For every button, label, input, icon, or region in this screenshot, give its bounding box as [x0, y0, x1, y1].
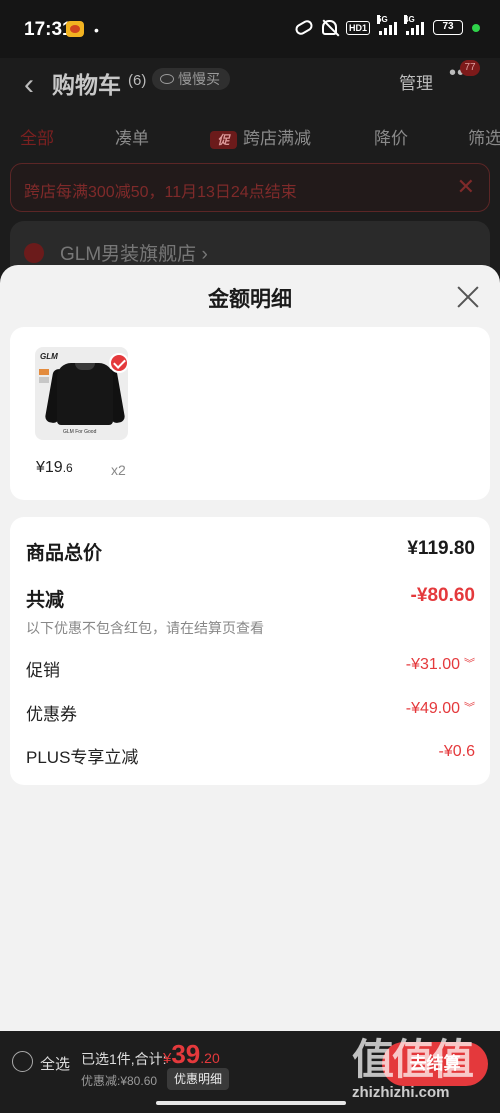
total-price: ¥39.20 — [163, 1039, 220, 1070]
promo-tag-icon: 促 — [210, 131, 237, 149]
promotion-value: -¥31.00 — [405, 656, 460, 673]
privacy-indicator-icon — [472, 23, 480, 32]
checkout-button[interactable]: 去结算 — [382, 1042, 488, 1086]
product-caption: GLM For Good — [63, 429, 97, 435]
promotion-label: 促销 — [26, 661, 60, 680]
product-image[interactable]: GLM GLM For Good — [35, 347, 128, 440]
select-all-label[interactable]: 全选 — [40, 1053, 70, 1074]
coupon-value-wrap: -¥49.00 ︾ — [406, 700, 475, 718]
size-tag-graphic — [39, 369, 49, 375]
status-bar: 17:31 • HD1 5G 4G 73 — [0, 0, 500, 58]
product-price-int: ¥19 — [36, 459, 63, 476]
home-indicator[interactable] — [156, 1101, 346, 1105]
size-tag-graphic — [39, 377, 49, 383]
tab-all[interactable]: 全部 — [20, 124, 54, 149]
hd-icon: HD1 — [345, 20, 370, 35]
product-price: ¥19.6 — [36, 459, 73, 477]
manage-button[interactable]: 管理 — [399, 69, 433, 94]
link-icon — [293, 18, 315, 37]
product-brand-logo: GLM — [40, 352, 58, 361]
battery-icon: 73 — [433, 20, 463, 35]
product-quantity: x2 — [111, 462, 126, 478]
cart-page-background: ‹ 购物车 (6) 慢慢买 管理 ••• 77 全部 凑单 促跨店满减 降价 筛… — [0, 58, 500, 291]
weibo-icon — [66, 21, 84, 37]
discount-summary-text: 优惠减:¥80.60 — [81, 1074, 158, 1088]
chevron-down-icon[interactable]: ︾ — [464, 699, 475, 715]
status-icons: HD1 5G 4G 73 — [293, 14, 480, 37]
total-label: 商品总价 — [26, 543, 103, 564]
coupon-label: 优惠券 — [26, 705, 77, 724]
back-icon[interactable]: ‹ — [24, 68, 34, 102]
selected-count-text: 已选1件,合计: — [81, 1051, 167, 1067]
chevron-down-icon[interactable]: ︾ — [464, 655, 475, 671]
mute-bell-icon — [321, 20, 337, 35]
coupon-value: -¥49.00 — [405, 700, 460, 717]
notification-dot: • — [94, 22, 99, 38]
discount-note: 以下优惠不包含红包，请在结算页查看 — [26, 620, 264, 636]
slow-buy-label: 慢慢买 — [178, 71, 220, 87]
cart-count: (6) — [128, 72, 147, 89]
sheet-title: 金额明细 — [208, 288, 292, 311]
plus-discount-value: -¥0.6 — [438, 743, 475, 760]
discount-total-label: 共减 — [26, 590, 65, 611]
message-badge: 77 — [460, 60, 480, 76]
total-value: ¥119.80 — [407, 538, 475, 559]
product-price-dec: .6 — [62, 461, 73, 475]
store-checkbox[interactable] — [24, 243, 44, 263]
plus-discount-label: PLUS专享立减 — [26, 748, 139, 767]
promo-notice: 跨店每满300减50，11月13日24点结束 ✕ — [10, 163, 490, 212]
price-summary-card: 商品总价 ¥119.80 共减 -¥80.60 以下优惠不包含红包，请在结算页查… — [10, 517, 490, 785]
total-price-int: 39 — [171, 1039, 201, 1069]
page-title: 购物车 — [52, 72, 121, 98]
promo-notice-text: 跨店每满300减50，11月13日24点结束 — [24, 184, 297, 201]
total-price-dec: .20 — [200, 1050, 220, 1066]
store-name[interactable]: GLM男装旗舰店 › — [60, 239, 208, 266]
close-icon[interactable] — [456, 285, 480, 309]
notice-close-icon[interactable]: ✕ — [457, 174, 475, 200]
signal-1-tag: 5G — [377, 14, 388, 24]
selected-check-icon — [109, 353, 128, 373]
tab-cross-store[interactable]: 促跨店满减 — [210, 124, 311, 149]
amount-detail-sheet: 金额明细 GLM GLM For Good ¥19.6 x2 商品总价 ¥119… — [0, 265, 500, 1031]
discount-total-value: -¥80.60 — [410, 585, 475, 606]
signal-2-tag: 4G — [404, 14, 415, 24]
signal-icon-2: 4G — [404, 14, 424, 35]
select-all-radio[interactable] — [12, 1051, 33, 1072]
promotion-value-wrap: -¥31.00 ︾ — [406, 656, 475, 674]
sweater-graphic — [57, 363, 113, 425]
tab-cross-store-label: 跨店满减 — [243, 129, 311, 148]
selected-products-card: GLM GLM For Good ¥19.6 x2 — [10, 327, 490, 500]
slow-buy-chip[interactable]: 慢慢买 — [152, 68, 230, 90]
discount-detail-button[interactable]: 优惠明细 — [167, 1068, 230, 1090]
eye-icon — [160, 74, 174, 84]
tab-coudan[interactable]: 凑单 — [115, 124, 149, 149]
cart-tabs: 全部 凑单 促跨店满减 降价 筛选 — [0, 124, 500, 149]
signal-icon-1: 5G — [377, 14, 397, 35]
tab-price-drop[interactable]: 降价 — [374, 124, 408, 149]
tab-filter[interactable]: 筛选 — [468, 124, 500, 149]
